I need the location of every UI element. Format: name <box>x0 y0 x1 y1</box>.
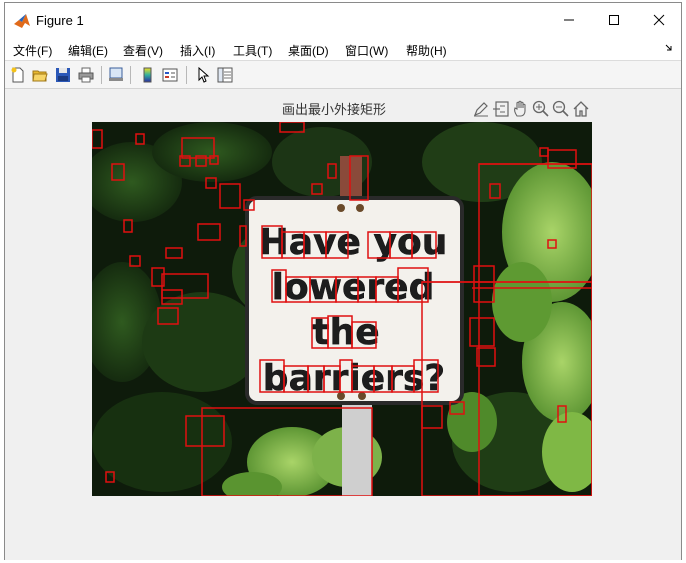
save-button[interactable] <box>53 65 73 85</box>
property-inspector-icon <box>217 67 233 83</box>
pan-hand-icon[interactable] <box>512 100 530 118</box>
link-plot-icon <box>109 67 123 81</box>
zoom-out-icon[interactable] <box>552 100 570 118</box>
insert-colorbar-button[interactable] <box>138 65 158 85</box>
sign-post-bottom <box>342 402 372 496</box>
axes-title: 画出最小外接矩形 <box>282 103 387 118</box>
menu-tools[interactable]: 工具(T) <box>233 42 272 59</box>
new-figure-icon <box>11 67 24 83</box>
datatip-icon[interactable] <box>492 100 510 118</box>
figure-canvas: 画出最小外接矩形 Have you lowered the barriers? <box>5 90 681 560</box>
maximize-button[interactable] <box>591 3 637 37</box>
close-icon <box>653 14 665 26</box>
menu-edit[interactable]: 编辑(E) <box>68 42 108 59</box>
matlab-logo-icon <box>14 14 30 28</box>
insert-colorbar-icon <box>143 67 152 83</box>
menu-bar: 文件(F) 编辑(E) 查看(V) 插入(I) 工具(T) 桌面(D) 窗口(W… <box>5 37 681 61</box>
edit-plot-arrow-icon <box>198 67 210 83</box>
link-plot-button[interactable] <box>106 65 126 85</box>
toolbar-separator <box>101 66 102 84</box>
toolbar-separator <box>186 66 187 84</box>
window-title: Figure 1 <box>36 13 84 28</box>
zoom-in-icon[interactable] <box>532 100 550 118</box>
new-figure-button[interactable] <box>8 65 28 85</box>
save-icon <box>56 68 70 82</box>
menu-desktop[interactable]: 桌面(D) <box>288 42 329 59</box>
sign-bolt <box>337 204 345 212</box>
toolbar-separator <box>130 66 131 84</box>
print-icon <box>78 67 94 83</box>
sign-text-line1: Have you <box>259 222 448 263</box>
figure-window: Figure 1 文件(F) 编辑(E) 查看(V) 插入(I) 工具(T) 桌… <box>4 2 682 560</box>
dock-arrow-icon[interactable] <box>665 44 673 52</box>
insert-legend-button[interactable] <box>160 65 180 85</box>
menu-view[interactable]: 查看(V) <box>123 42 163 59</box>
print-button[interactable] <box>76 65 96 85</box>
menu-window[interactable]: 窗口(W) <box>345 42 388 59</box>
image-plot: Have you lowered the barriers? <box>92 122 592 496</box>
insert-legend-icon <box>162 68 178 82</box>
figure-toolbar <box>5 61 681 89</box>
menu-help[interactable]: 帮助(H) <box>406 42 447 59</box>
maximize-icon <box>609 15 619 25</box>
minimize-button[interactable] <box>546 3 592 37</box>
home-icon[interactable] <box>572 100 590 118</box>
open-file-icon <box>32 70 48 82</box>
sign-bolt <box>356 204 364 212</box>
menu-file[interactable]: 文件(F) <box>13 42 52 59</box>
menu-insert[interactable]: 插入(I) <box>180 42 215 59</box>
edit-plot-button[interactable] <box>193 65 213 85</box>
property-inspector-button[interactable] <box>215 65 235 85</box>
open-file-button[interactable] <box>30 65 50 85</box>
title-bar: Figure 1 <box>5 3 681 37</box>
brush-icon[interactable] <box>472 100 490 118</box>
sign-text-line4: barriers? <box>263 358 445 399</box>
minimize-icon <box>564 19 574 21</box>
close-button[interactable] <box>636 3 682 37</box>
